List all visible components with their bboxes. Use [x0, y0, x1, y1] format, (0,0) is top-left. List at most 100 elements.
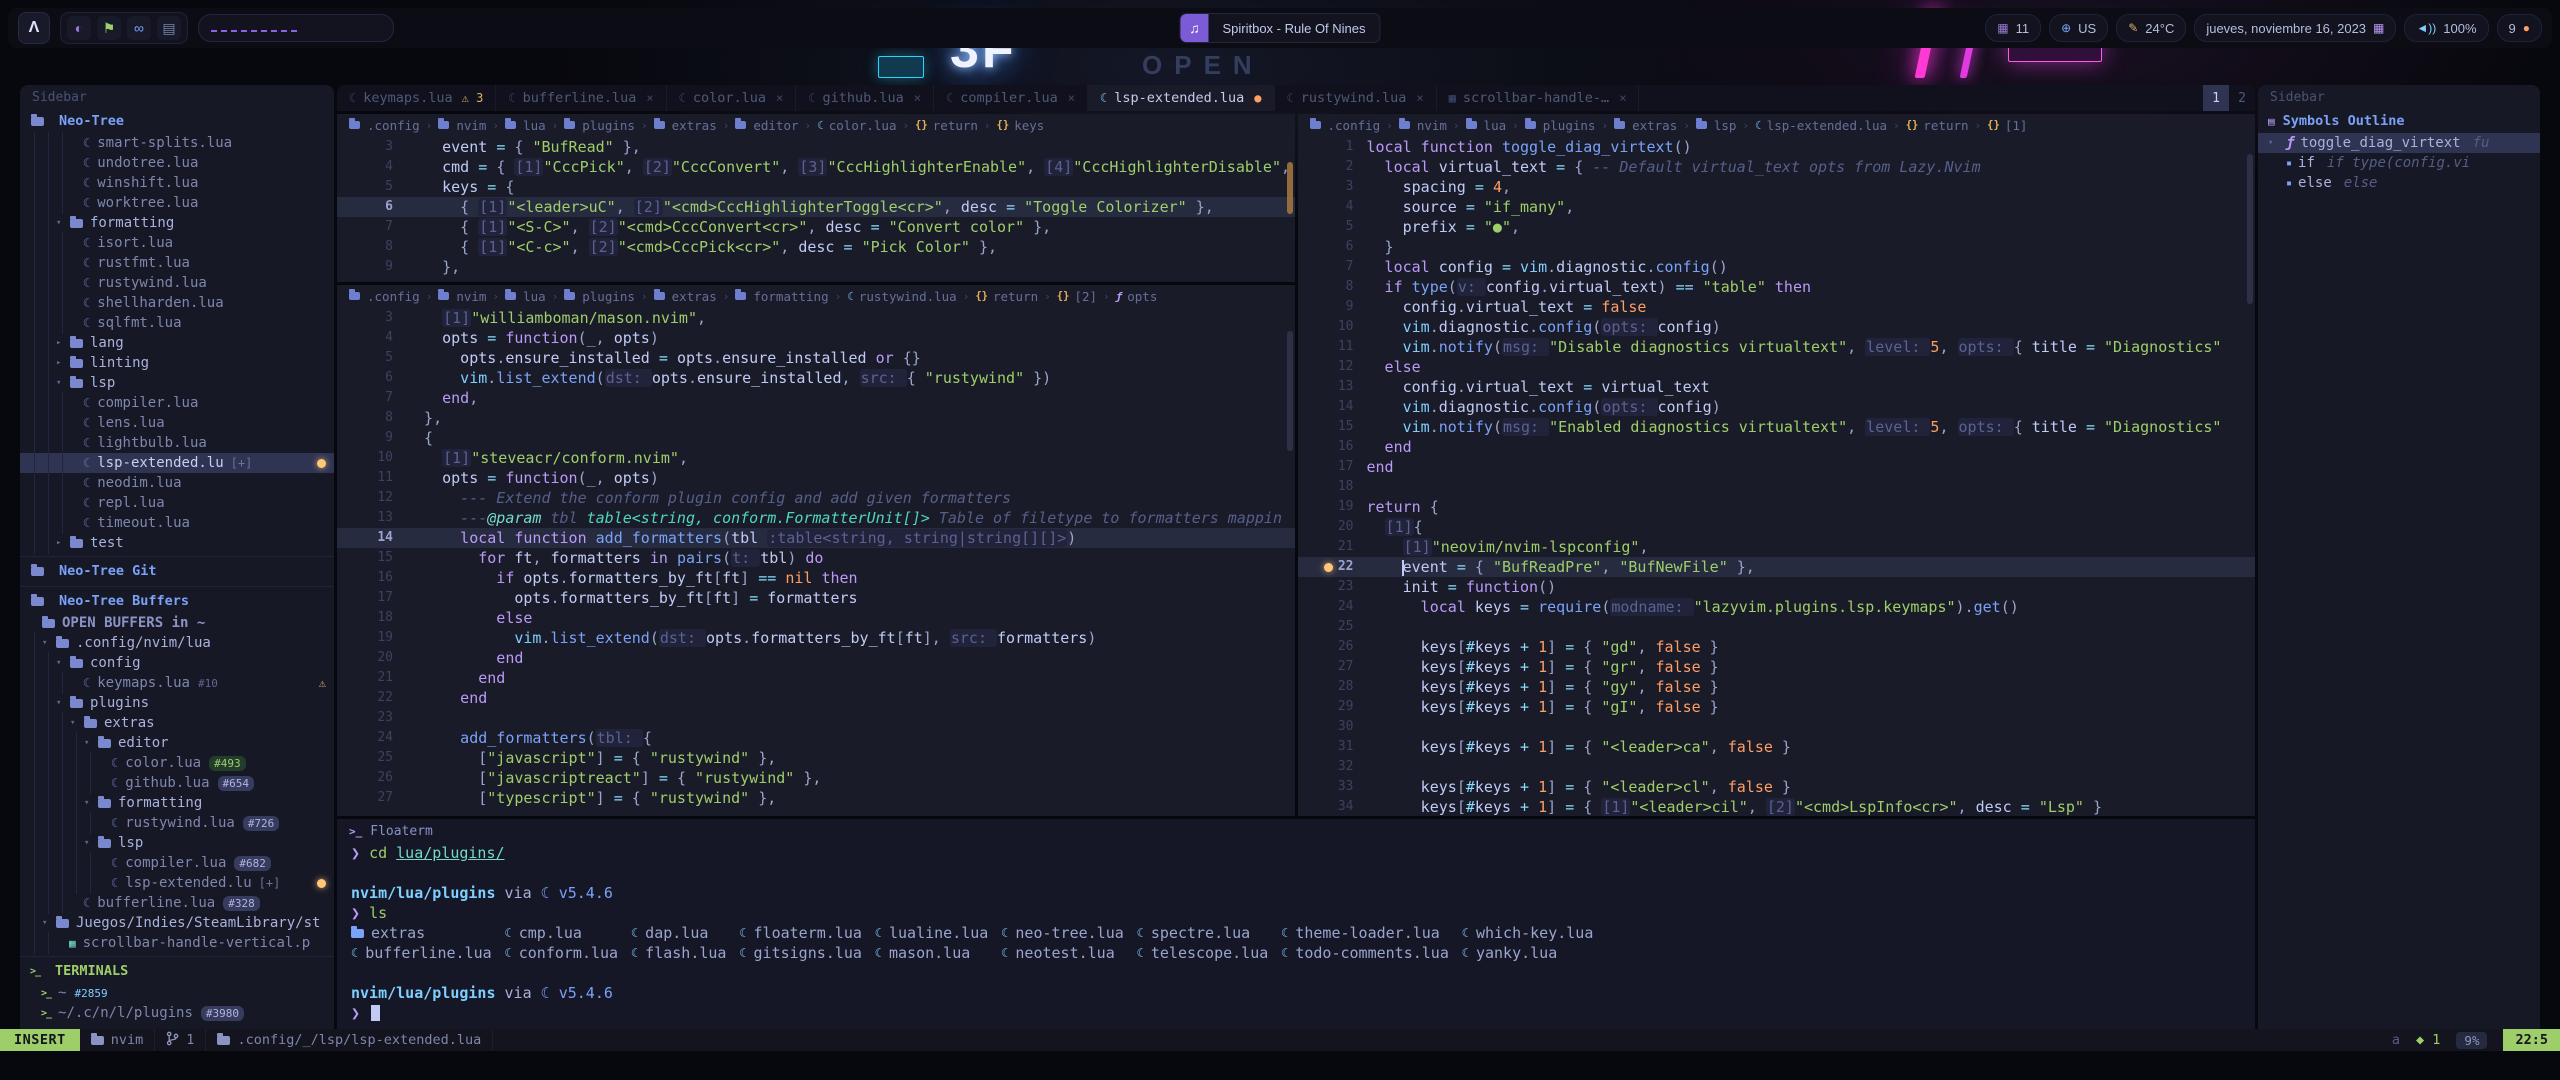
- tree-item[interactable]: ☾bufferline.lua#328: [20, 893, 334, 913]
- tab-github-lua[interactable]: ☾github.lua×: [796, 85, 934, 111]
- tab-bufferline-lua[interactable]: ☾bufferline.lua×: [496, 85, 666, 111]
- breadcrumb-item[interactable]: editor: [735, 118, 798, 133]
- outline-item[interactable]: ▪elseelse: [2258, 173, 2540, 193]
- breadcrumb-item[interactable]: lua: [505, 289, 546, 304]
- flag-icon[interactable]: ⚑: [97, 16, 121, 40]
- breadcrumb-item[interactable]: ☾color.lua: [817, 118, 896, 133]
- tree-item[interactable]: ☾winshift.lua: [20, 173, 334, 193]
- tree-item[interactable]: ☾github.lua#654: [20, 773, 334, 793]
- breadcrumb-item[interactable]: plugins: [564, 289, 635, 304]
- tree-item[interactable]: ▸test: [20, 533, 334, 553]
- tab-color-lua[interactable]: ☾color.lua×: [667, 85, 797, 111]
- breadcrumb-item[interactable]: lua: [505, 118, 546, 133]
- tree-item[interactable]: ☾timeout.lua: [20, 513, 334, 533]
- breadcrumb-item[interactable]: .config: [1310, 118, 1381, 133]
- breadcrumb-item[interactable]: {}return: [1906, 118, 1969, 133]
- chevron-icon[interactable]: ▸: [56, 358, 69, 368]
- chevron-icon[interactable]: ▾: [56, 378, 69, 388]
- tree-item[interactable]: ☾rustywind.lua#726: [20, 813, 334, 833]
- chevron-icon[interactable]: ▾: [56, 698, 69, 708]
- chevron-icon[interactable]: ▾: [84, 838, 97, 848]
- tree-item[interactable]: ▸lang: [20, 333, 334, 353]
- chevron-icon[interactable]: ▾: [84, 738, 97, 748]
- breadcrumb-item[interactable]: extras: [654, 289, 717, 304]
- breadcrumb-item[interactable]: lua: [1466, 118, 1507, 133]
- tab-compiler-lua[interactable]: ☾compiler.lua×: [934, 85, 1088, 111]
- tree-item[interactable]: ☾lsp-extended.lu[+]: [20, 453, 334, 473]
- weather-module[interactable]: ✎24°C: [2116, 14, 2186, 42]
- code-area[interactable]: 3 [1]"williamboman/mason.nvim",4 opts = …: [337, 307, 1295, 816]
- close-icon[interactable]: ×: [914, 91, 921, 105]
- code-area[interactable]: 1local function toggle_diag_virtext()2 l…: [1298, 136, 2256, 816]
- power-icon[interactable]: ◐: [67, 16, 91, 40]
- tree-item[interactable]: ▾extras: [20, 713, 334, 733]
- tree-item[interactable]: ▾lsp: [20, 833, 334, 853]
- breadcrumb-item[interactable]: {}keys: [997, 118, 1045, 133]
- tab-lsp-extended-lua[interactable]: ☾lsp-extended.lua●: [1088, 85, 1275, 111]
- close-icon[interactable]: ×: [1068, 91, 1075, 105]
- tree-item[interactable]: ☾lightbulb.lua: [20, 433, 334, 453]
- section-header-neo-tree-buffers[interactable]: Neo-Tree Buffers: [20, 589, 334, 613]
- tree-item[interactable]: ▦scrollbar-handle-vertical.p: [20, 933, 334, 953]
- breadcrumb-item[interactable]: {}return: [915, 118, 978, 133]
- tree-item[interactable]: ▾Juegos/Indies/SteamLibrary/st: [20, 913, 334, 933]
- chevron-icon[interactable]: ▸: [56, 338, 69, 348]
- code-area[interactable]: 3 event = { "BufRead" },4 cmd = { [1]"Cc…: [337, 136, 1295, 282]
- launcher-button[interactable]: Λ: [18, 12, 50, 44]
- tabpage-1[interactable]: 1: [2203, 85, 2229, 111]
- tabpage-2[interactable]: 2: [2229, 85, 2255, 111]
- tree-item[interactable]: ▾.config/nvim/lua: [20, 633, 334, 653]
- section-header-neo-tree-git[interactable]: Neo-Tree Git: [20, 559, 334, 583]
- breadcrumb-item[interactable]: plugins: [1525, 118, 1596, 133]
- tree-item[interactable]: ☾rustywind.lua: [20, 273, 334, 293]
- tree-item[interactable]: ▾lsp: [20, 373, 334, 393]
- tab-scrollbar-handle-[interactable]: ▦scrollbar-handle-…×: [1437, 85, 1640, 111]
- close-icon[interactable]: ×: [1416, 91, 1423, 105]
- search-input[interactable]: [198, 14, 394, 42]
- section-header-terminals[interactable]: >_TERMINALS: [20, 959, 334, 983]
- chevron-icon[interactable]: ▾: [70, 718, 83, 728]
- chevron-icon[interactable]: ▸: [56, 538, 69, 548]
- close-icon[interactable]: ×: [1619, 91, 1626, 105]
- tree-item[interactable]: ☾compiler.lua#682: [20, 853, 334, 873]
- tab-rustywind-lua[interactable]: ☾rustywind.lua×: [1275, 85, 1437, 111]
- breadcrumb-item[interactable]: {}return: [975, 289, 1038, 304]
- tree-item[interactable]: ☾lens.lua: [20, 413, 334, 433]
- link-icon[interactable]: ∞: [127, 16, 151, 40]
- tree-item[interactable]: ☾repl.lua: [20, 493, 334, 513]
- tree-item[interactable]: ☾compiler.lua: [20, 393, 334, 413]
- date-module[interactable]: jueves, noviembre 16, 2023▦: [2194, 14, 2396, 42]
- tree-item[interactable]: ☾color.lua#493: [20, 753, 334, 773]
- breadcrumb-item[interactable]: .config: [349, 118, 420, 133]
- tree-item[interactable]: >_~/.c/n/l/plugins#3980: [20, 1003, 334, 1023]
- tree-item[interactable]: ☾keymaps.lua#10⚠: [20, 673, 334, 693]
- section-header-neo-tree[interactable]: Neo-Tree: [20, 109, 334, 133]
- breadcrumb-item[interactable]: plugins: [564, 118, 635, 133]
- breadcrumb-item[interactable]: lsp: [1696, 118, 1737, 133]
- music-widget[interactable]: ♫ Spiritbox - Rule Of Nines: [1179, 13, 1380, 43]
- outline-item[interactable]: ▾ƒtoggle_diag_virtextfu: [2258, 133, 2540, 153]
- tree-item[interactable]: ☾rustfmt.lua: [20, 253, 334, 273]
- tree-item[interactable]: ☾undotree.lua: [20, 153, 334, 173]
- breadcrumb-item[interactable]: extras: [654, 118, 717, 133]
- tree-item[interactable]: ▸linting: [20, 353, 334, 373]
- tree-item[interactable]: ☾smart-splits.lua: [20, 133, 334, 153]
- volume-module[interactable]: ◄))100%: [2404, 14, 2488, 42]
- tree-item[interactable]: ☾shellharden.lua: [20, 293, 334, 313]
- chevron-icon[interactable]: ▾: [2268, 138, 2280, 148]
- breadcrumb-item[interactable]: ☾rustywind.lua: [847, 289, 956, 304]
- tree-item[interactable]: ☾sqlfmt.lua: [20, 313, 334, 333]
- terminal[interactable]: ❯ cd lua/plugins/nvim/lua/plugins via ☾ …: [337, 843, 2255, 1029]
- notifications-module[interactable]: 9●: [2497, 14, 2542, 42]
- chevron-icon[interactable]: ▾: [42, 638, 55, 648]
- tab-keymaps-lua[interactable]: ☾keymaps.lua⚠ 3: [337, 85, 496, 111]
- tree-item[interactable]: ☾isort.lua: [20, 233, 334, 253]
- breadcrumb-item[interactable]: nvim: [1399, 118, 1447, 133]
- breadcrumb-item[interactable]: ☾lsp-extended.lua: [1755, 118, 1887, 133]
- breadcrumb-item[interactable]: .config: [349, 289, 420, 304]
- breadcrumb-item[interactable]: nvim: [438, 118, 486, 133]
- tree-item[interactable]: ☾worktree.lua: [20, 193, 334, 213]
- chevron-icon[interactable]: ▾: [42, 918, 55, 928]
- tree-item[interactable]: ☾neodim.lua: [20, 473, 334, 493]
- scrollbar-thumb[interactable]: [1287, 331, 1293, 451]
